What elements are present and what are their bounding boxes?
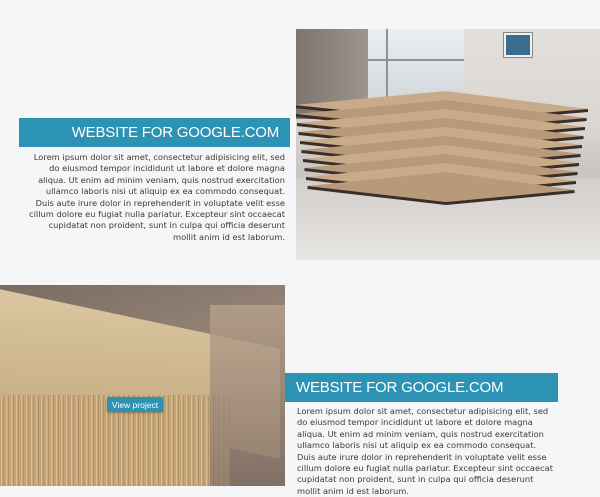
cardboard-sculpture-illustration: [296, 91, 588, 205]
project-1-title-text: WEBSITE FOR GOOGLE.COM: [71, 124, 279, 141]
project-2-title[interactable]: WEBSITE FOR GOOGLE.COM: [285, 373, 558, 402]
project-2-title-text: WEBSITE FOR GOOGLE.COM: [296, 379, 504, 396]
project-1-title[interactable]: WEBSITE FOR GOOGLE.COM: [19, 118, 290, 147]
project-1-image[interactable]: [296, 29, 600, 260]
project-1-description: Lorem ipsum dolor sit amet, consectetur …: [29, 152, 285, 242]
view-project-button[interactable]: View project: [107, 397, 163, 412]
project-2-description: Lorem ipsum dolor sit amet, consectetur …: [297, 406, 553, 496]
image-overlay: [0, 285, 285, 486]
project-2-image[interactable]: [0, 285, 285, 486]
